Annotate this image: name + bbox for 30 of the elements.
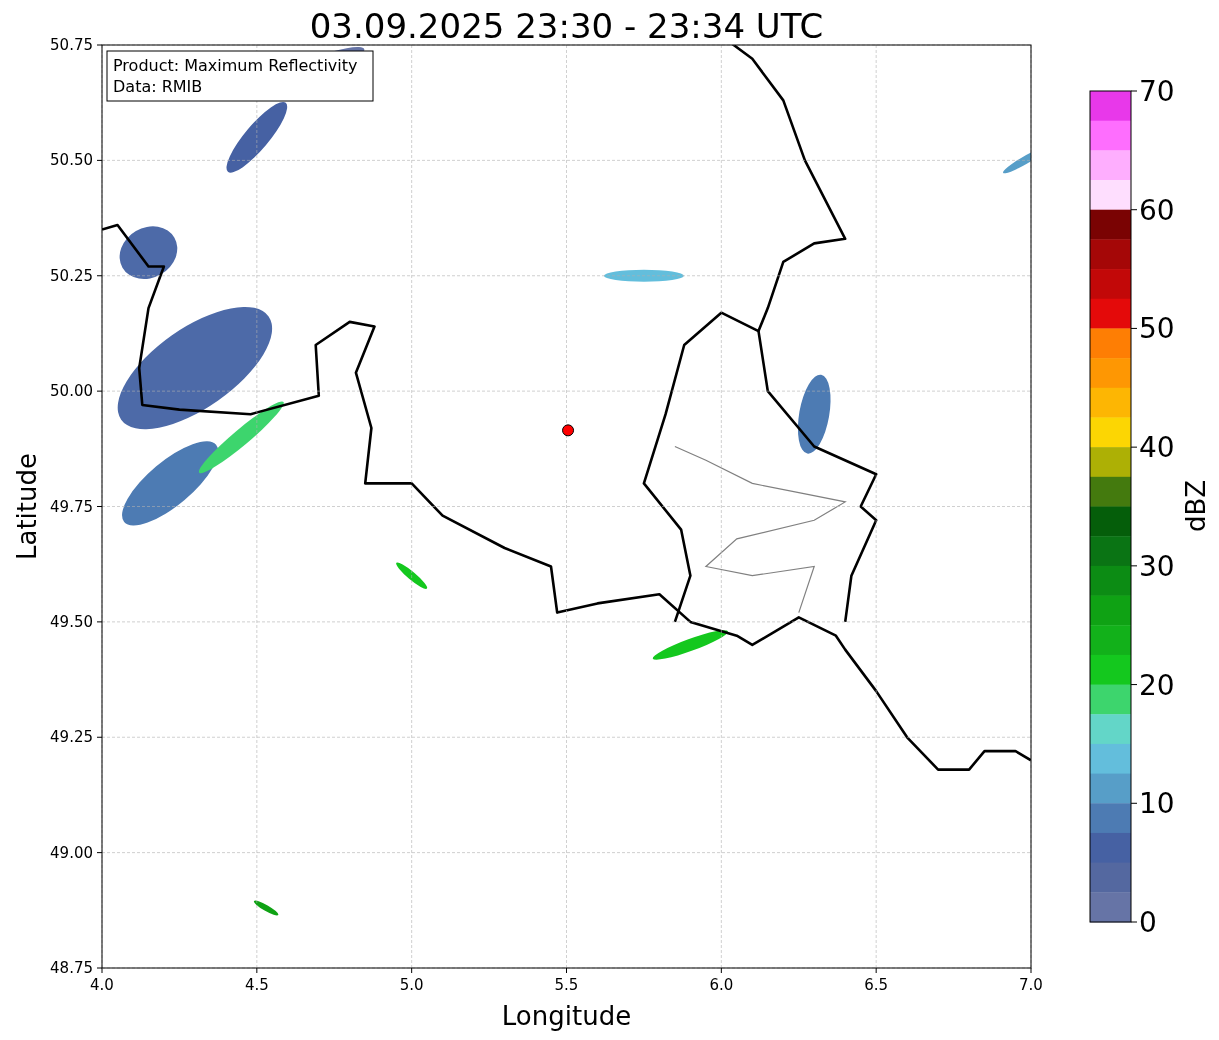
- colorbar-tick-label: 60: [1139, 193, 1175, 227]
- colorbar-tick-label: 0: [1139, 906, 1157, 939]
- x-tick-label: 5.0: [399, 976, 424, 994]
- info-text: Product: Maximum Reflectivity: [113, 56, 358, 75]
- colorbar-tick-label: 30: [1139, 549, 1175, 583]
- x-tick-label: 7.0: [1019, 976, 1043, 994]
- y-axis-label: Latitude: [12, 453, 42, 560]
- y-tick-label: 50.75: [50, 36, 93, 54]
- y-tick-label: 50.50: [50, 151, 93, 170]
- x-tick-label: 6.5: [864, 976, 889, 994]
- y-tick-label: 49.00: [50, 843, 93, 862]
- colorbar-tick-label: 10: [1139, 787, 1175, 821]
- colorbar-tick-label: 20: [1139, 668, 1175, 702]
- colorbar-tick-label: 40: [1139, 431, 1175, 465]
- y-tick-label: 49.75: [50, 497, 93, 516]
- colorbar-tick-label: 50: [1139, 312, 1175, 346]
- info-text: Data: RMIB: [113, 77, 203, 96]
- y-tick-label: 48.75: [50, 959, 93, 977]
- colorbar-label: dBZ: [1181, 479, 1211, 533]
- colorbar-tick-label: 70: [1139, 75, 1175, 108]
- x-tick-label: 5.5: [554, 976, 579, 994]
- y-tick-label: 50.25: [50, 266, 93, 285]
- x-tick-label: 4.0: [90, 976, 114, 994]
- y-tick-label: 50.00: [50, 382, 93, 401]
- chart-title: 03.09.2025 23:30 - 23:34 UTC: [309, 6, 824, 46]
- x-tick-label: 6.0: [709, 976, 734, 994]
- y-tick-label: 49.25: [50, 728, 93, 747]
- x-axis-label: Longitude: [501, 1001, 632, 1031]
- x-tick-label: 4.5: [244, 976, 269, 994]
- y-tick-label: 49.50: [50, 612, 93, 631]
